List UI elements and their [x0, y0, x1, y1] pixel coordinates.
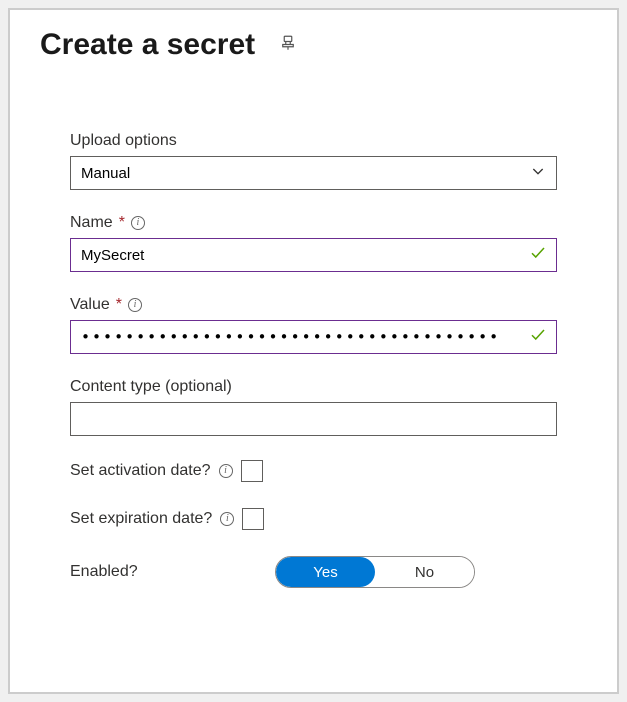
- name-field: Name * i: [70, 214, 557, 272]
- expiration-label: Set expiration date?: [70, 510, 212, 528]
- value-label: Value: [70, 296, 110, 314]
- info-icon[interactable]: i: [220, 512, 234, 526]
- chevron-down-icon: [530, 163, 546, 183]
- value-required: *: [116, 296, 122, 314]
- content-type-input[interactable]: [70, 402, 557, 436]
- content-type-label: Content type (optional): [70, 378, 232, 396]
- info-icon[interactable]: i: [219, 464, 233, 478]
- name-input[interactable]: [70, 238, 557, 272]
- upload-options-field: Upload options Manual: [70, 132, 557, 190]
- enabled-toggle: Yes No: [275, 556, 475, 588]
- name-label: Name: [70, 214, 113, 232]
- enabled-label: Enabled?: [70, 563, 275, 581]
- enabled-no[interactable]: No: [375, 557, 474, 587]
- pin-icon[interactable]: [279, 34, 297, 57]
- enabled-yes[interactable]: Yes: [276, 557, 375, 587]
- upload-options-value: Manual: [81, 165, 130, 182]
- activation-checkbox[interactable]: [241, 460, 263, 482]
- check-icon: [529, 244, 547, 267]
- form-area: Upload options Manual Name * i: [40, 132, 587, 588]
- expiration-row: Set expiration date? i: [70, 508, 557, 530]
- name-required: *: [119, 214, 125, 232]
- expiration-checkbox[interactable]: [242, 508, 264, 530]
- info-icon[interactable]: i: [128, 298, 142, 312]
- activation-label: Set activation date?: [70, 462, 211, 480]
- info-icon[interactable]: i: [131, 216, 145, 230]
- content-type-field: Content type (optional): [70, 378, 557, 436]
- check-icon: [529, 326, 547, 349]
- upload-options-label: Upload options: [70, 132, 177, 150]
- activation-row: Set activation date? i: [70, 460, 557, 482]
- create-secret-panel: Create a secret Upload options Manual: [8, 8, 619, 694]
- value-input[interactable]: [70, 320, 557, 354]
- header: Create a secret: [40, 28, 587, 62]
- value-field: Value * i: [70, 296, 557, 354]
- enabled-row: Enabled? Yes No: [70, 556, 557, 588]
- page-title: Create a secret: [40, 28, 255, 62]
- upload-options-select[interactable]: Manual: [70, 156, 557, 190]
